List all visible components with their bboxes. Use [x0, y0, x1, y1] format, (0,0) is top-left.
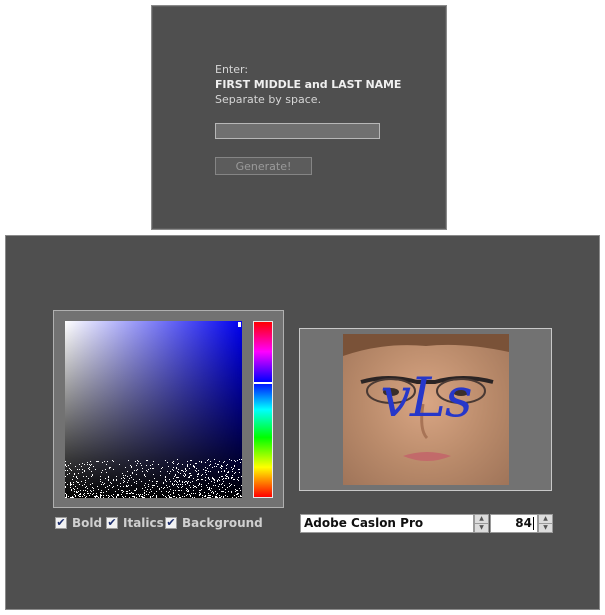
- hue-slider-handle[interactable]: [254, 382, 272, 384]
- monogram-editor-panel: ✔ Bold ✔ Italics ✔ Background vLs Adobe …: [5, 235, 600, 610]
- saturation-value-area[interactable]: [65, 321, 242, 498]
- name-format-label: FIRST MIDDLE and LAST NAME: [215, 78, 402, 91]
- font-next-arrow-icon[interactable]: ▲: [475, 515, 488, 524]
- font-size-field[interactable]: 84: [490, 514, 538, 533]
- bold-label: Bold: [72, 516, 103, 530]
- color-picker: [53, 310, 284, 508]
- font-size-value: 84: [515, 516, 532, 530]
- name-entry-panel: Enter: FIRST MIDDLE and LAST NAME Separa…: [151, 5, 447, 230]
- monogram-preview: vLs: [299, 328, 552, 491]
- background-check-icon[interactable]: ✔: [165, 517, 177, 529]
- font-size-spinner: ▲ ▼: [538, 514, 553, 533]
- separator-hint-label: Separate by space.: [215, 93, 322, 106]
- hue-slider[interactable]: [253, 321, 273, 498]
- font-name-spinner: ▲ ▼: [474, 514, 489, 533]
- text-caret: [533, 517, 534, 530]
- bold-check-icon[interactable]: ✔: [55, 517, 67, 529]
- bold-checkbox[interactable]: ✔ Bold: [55, 516, 102, 530]
- background-photo: vLs: [343, 334, 509, 485]
- name-entry-instructions: Enter: FIRST MIDDLE and LAST NAME Separa…: [215, 63, 435, 107]
- monogram-text: vLs: [380, 366, 472, 429]
- font-name-field[interactable]: Adobe Caslon Pro: [300, 514, 474, 533]
- italics-label: Italics: [123, 516, 164, 530]
- font-prev-arrow-icon[interactable]: ▼: [475, 524, 488, 532]
- italics-check-icon[interactable]: ✔: [106, 517, 118, 529]
- dither-noise-overlay: [65, 459, 242, 498]
- size-down-arrow-icon[interactable]: ▼: [539, 524, 552, 532]
- color-cursor[interactable]: [238, 322, 241, 327]
- italics-checkbox[interactable]: ✔ Italics: [106, 516, 164, 530]
- generate-button[interactable]: Generate!: [215, 157, 312, 175]
- enter-label: Enter:: [215, 63, 249, 76]
- name-input[interactable]: [215, 123, 380, 139]
- size-up-arrow-icon[interactable]: ▲: [539, 515, 552, 524]
- background-label: Background: [182, 516, 263, 530]
- background-checkbox[interactable]: ✔ Background: [165, 516, 263, 530]
